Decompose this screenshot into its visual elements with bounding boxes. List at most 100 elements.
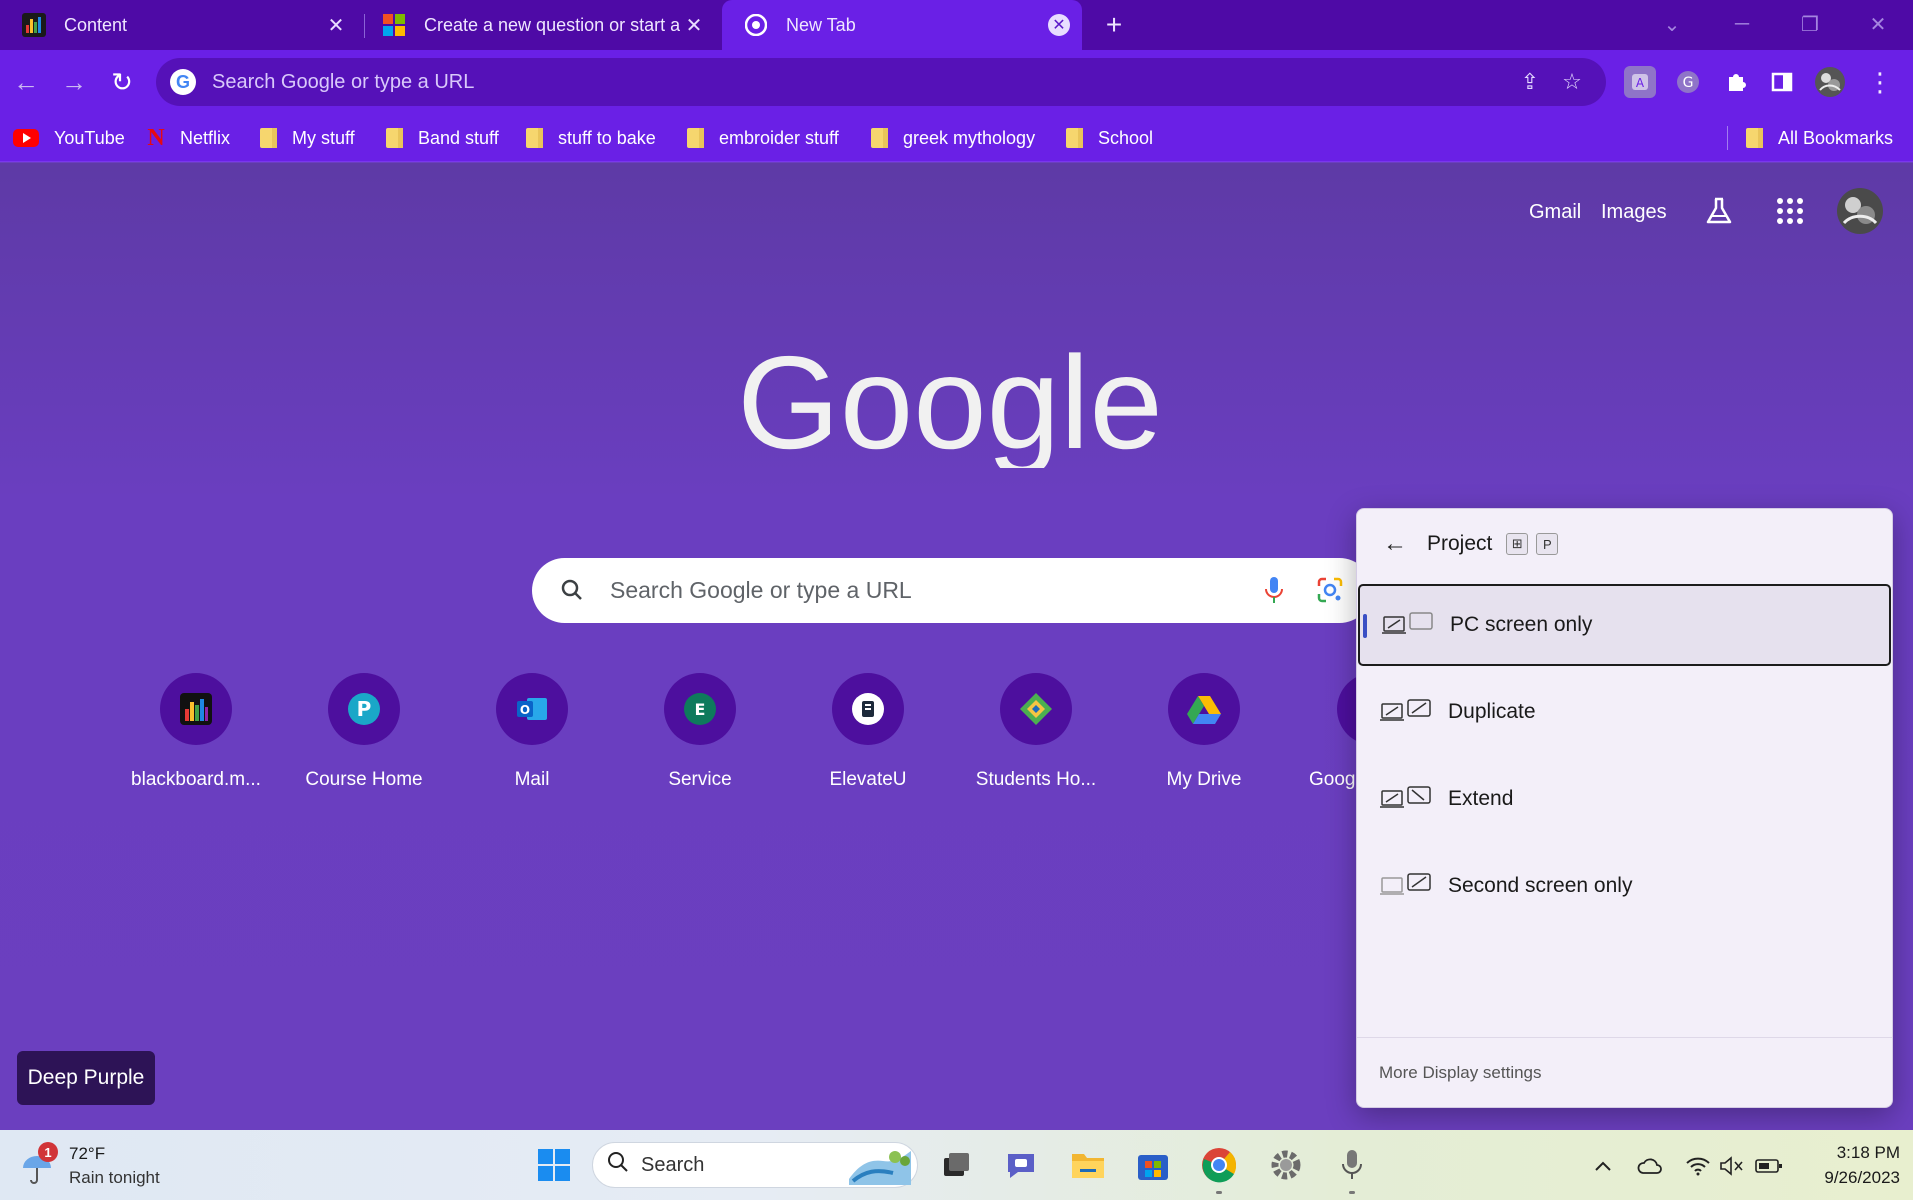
bookmark-folder-embroider-stuff[interactable]: embroider stuff	[685, 124, 839, 152]
voice-access-microphone-icon[interactable]	[1330, 1143, 1374, 1194]
forward-icon[interactable]: →	[56, 64, 92, 100]
bookmark-folder-band-stuff[interactable]: Band stuff	[384, 124, 499, 152]
tab-create-question[interactable]: Create a new question or start a d ✕	[360, 0, 720, 50]
bookmark-folder-school[interactable]: School	[1064, 124, 1153, 152]
close-icon[interactable]: ✕	[680, 11, 708, 39]
shortcut-service[interactable]: E Service	[625, 673, 775, 803]
shortcut-mail[interactable]: O Mail	[457, 673, 607, 803]
show-hidden-icons-chevron-icon[interactable]	[1589, 1152, 1617, 1180]
chrome-icon	[744, 13, 768, 37]
battery-icon[interactable]	[1755, 1152, 1783, 1180]
service-e-icon: E	[664, 673, 736, 745]
share-icon[interactable]: ⇪	[1516, 68, 1544, 96]
bookmark-folder-greek-mythology[interactable]: greek mythology	[869, 124, 1035, 152]
apps-grid-icon[interactable]	[1770, 191, 1810, 231]
svg-text:E: E	[695, 700, 706, 719]
volume-muted-icon[interactable]	[1718, 1152, 1746, 1180]
shortcut-google-partial[interactable]: Goog	[1297, 673, 1357, 803]
weather-description: Rain tonight	[69, 1168, 160, 1187]
window-close-icon[interactable]: ✕	[1858, 8, 1898, 40]
account-avatar[interactable]	[1836, 187, 1884, 235]
reload-icon[interactable]: ↻	[104, 64, 140, 100]
project-title: Project	[1427, 532, 1493, 555]
bar-chart-icon	[22, 13, 46, 37]
tab-content[interactable]: Content ✕	[0, 0, 362, 50]
shortcut-label: Service	[668, 769, 732, 790]
wifi-icon[interactable]	[1684, 1152, 1712, 1180]
shortcut-course-home[interactable]: P Course Home	[289, 673, 439, 803]
file-explorer-icon[interactable]	[1066, 1143, 1110, 1187]
shortcut-my-drive[interactable]: My Drive	[1129, 673, 1279, 803]
side-panel-icon[interactable]	[1766, 66, 1798, 98]
microphone-icon[interactable]	[1258, 574, 1290, 606]
running-indicator	[1349, 1191, 1355, 1194]
pearson-icon: P	[328, 673, 400, 745]
extension-translate-icon[interactable]: A	[1624, 66, 1656, 98]
tab-new-tab[interactable]: New Tab ✕	[722, 0, 1082, 50]
bookmark-folder-my-stuff[interactable]: My stuff	[258, 124, 355, 152]
close-icon[interactable]: ✕	[322, 11, 350, 39]
shortcut-elevateu[interactable]: ElevateU	[793, 673, 943, 803]
chrome-taskbar-icon[interactable]	[1197, 1143, 1241, 1194]
address-bar[interactable]: G ⇪ ☆	[156, 58, 1606, 106]
shortcut-label: My Drive	[1166, 769, 1242, 790]
running-indicator	[1216, 1191, 1222, 1194]
weather-widget[interactable]: 1 72°F Rain tonight	[18, 1140, 198, 1192]
onedrive-cloud-icon[interactable]	[1636, 1152, 1664, 1180]
tab-title: Content	[64, 14, 128, 35]
bookmark-star-icon[interactable]: ☆	[1558, 68, 1586, 96]
bookmark-netflix[interactable]: N Netflix	[146, 124, 230, 152]
option-duplicate[interactable]: Duplicate	[1358, 671, 1891, 753]
images-link[interactable]: Images	[1601, 201, 1667, 224]
minimize-icon[interactable]: ─	[1722, 8, 1762, 40]
tab-search-icon[interactable]: ⌄	[1652, 8, 1692, 40]
option-second-screen-only[interactable]: Second screen only	[1358, 845, 1891, 927]
back-arrow-icon[interactable]: ←	[1379, 528, 1411, 560]
google-lens-icon[interactable]	[1314, 574, 1346, 606]
back-icon[interactable]: ←	[8, 64, 44, 100]
settings-gear-icon[interactable]	[1264, 1143, 1308, 1187]
shortcut-blackboard[interactable]: blackboard.m...	[121, 673, 271, 803]
task-view-icon[interactable]	[934, 1143, 978, 1187]
taskbar-search-input[interactable]	[641, 1153, 821, 1177]
bookmark-folder-stuff-to-bake[interactable]: stuff to bake	[524, 124, 656, 152]
gmail-link[interactable]: Gmail	[1529, 201, 1581, 224]
project-footer: More Display settings	[1357, 1037, 1892, 1107]
tab-title: New Tab	[786, 14, 856, 35]
ntp-search-box[interactable]	[532, 558, 1372, 623]
system-clock[interactable]: 3:18 PM 9/26/2023	[1800, 1140, 1900, 1190]
restore-icon[interactable]: ❐	[1790, 8, 1830, 40]
new-tab-button[interactable]: +	[1098, 9, 1130, 41]
all-bookmarks[interactable]: All Bookmarks	[1744, 124, 1893, 152]
folder-icon	[1744, 127, 1764, 149]
option-extend[interactable]: Extend	[1358, 758, 1891, 840]
svg-text:O: O	[520, 703, 530, 717]
taskbar-search[interactable]	[592, 1142, 918, 1188]
option-label: Extend	[1448, 787, 1514, 810]
profile-avatar[interactable]	[1814, 66, 1846, 98]
project-header: ← Project ⊞ P	[1357, 509, 1892, 579]
ntp-search-input[interactable]	[610, 577, 1230, 604]
grammarly-icon[interactable]: G	[1672, 66, 1704, 98]
microsoft-icon	[382, 13, 406, 37]
shortcut-students-home[interactable]: Students Ho...	[961, 673, 1111, 803]
microsoft-store-icon[interactable]	[1131, 1143, 1175, 1187]
more-display-settings-link[interactable]: More Display settings	[1379, 1063, 1542, 1083]
folder-icon	[258, 127, 278, 149]
option-pc-screen-only[interactable]: PC screen only	[1358, 584, 1891, 666]
bookmark-label: Band stuff	[418, 127, 499, 148]
theme-name-chip[interactable]: Deep Purple	[17, 1051, 155, 1105]
extensions-puzzle-icon[interactable]	[1720, 66, 1752, 98]
menu-kebab-icon[interactable]: ⋮	[1864, 66, 1896, 98]
shortcut-label: Course Home	[305, 769, 423, 790]
address-input[interactable]	[212, 70, 1412, 94]
bookmark-youtube[interactable]: YouTube	[12, 124, 125, 152]
close-icon[interactable]: ✕	[1048, 14, 1070, 36]
svg-text:A: A	[1636, 76, 1645, 90]
clock-date: 9/26/2023	[1824, 1168, 1900, 1187]
teams-chat-icon[interactable]	[999, 1143, 1043, 1187]
tab-strip: Content ✕ Create a new question or start…	[0, 0, 1913, 50]
windows-start-icon[interactable]	[532, 1143, 576, 1187]
labs-flask-icon[interactable]	[1699, 191, 1739, 231]
weather-temperature: 72°F	[69, 1144, 106, 1163]
